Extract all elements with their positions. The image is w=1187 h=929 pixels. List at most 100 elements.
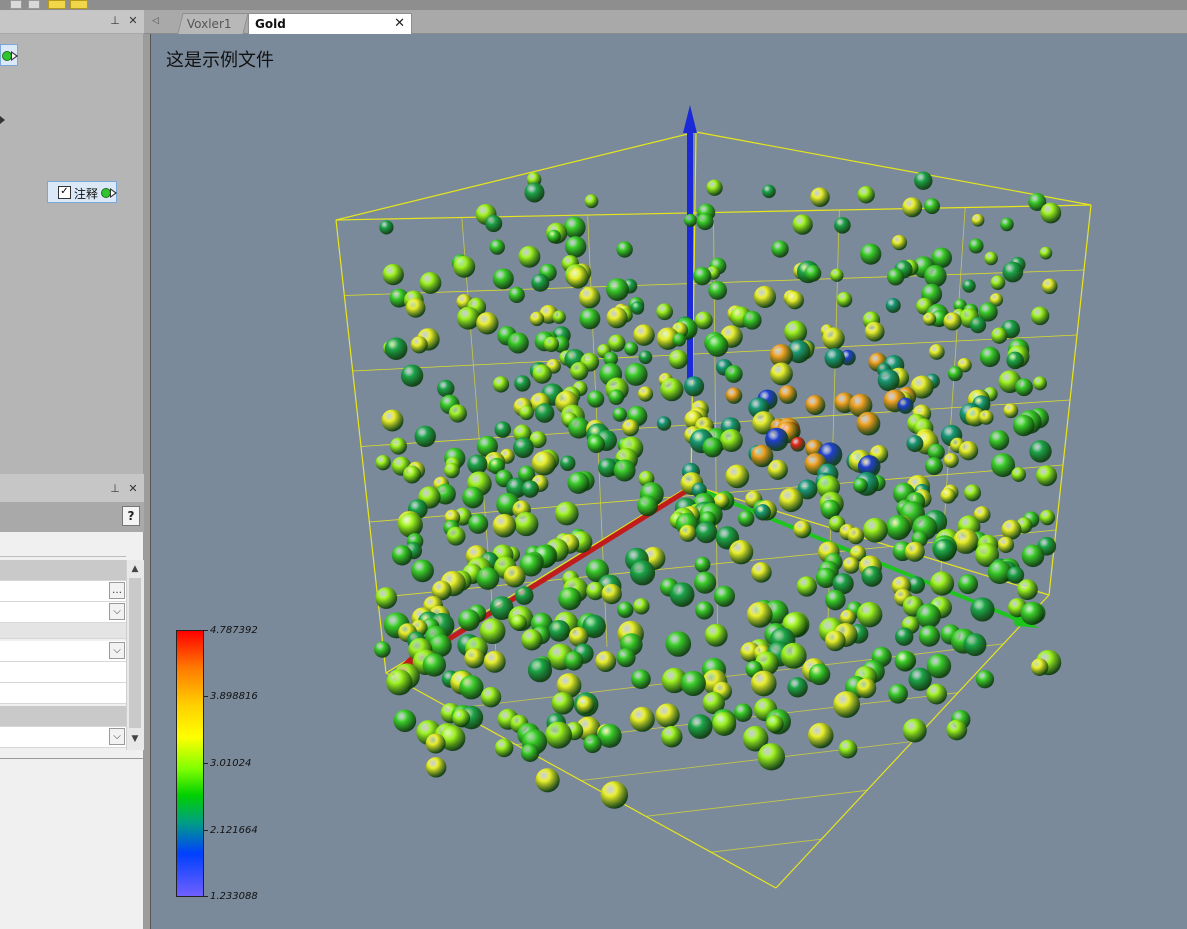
dropdown-arrow-icon[interactable]: ⌵	[109, 728, 125, 745]
toolbar-icon[interactable]	[70, 0, 88, 9]
data-point	[824, 348, 845, 369]
data-point	[548, 619, 571, 642]
property-manager-panel: ⊥ ✕ ? … ⌵ ⌵ ⌵ ▲ ▼	[0, 474, 144, 929]
dropdown-arrow-icon[interactable]: ⌵	[109, 603, 125, 620]
data-point	[547, 229, 561, 244]
data-point	[382, 263, 404, 286]
pin-icon[interactable]: ⊥	[108, 482, 122, 496]
data-point	[953, 528, 979, 554]
tab-gold-scatterplot[interactable]: Gold (ScatterPlot).voxb* ✕	[248, 13, 412, 51]
dropdown-arrow-icon[interactable]: ⌵	[109, 642, 125, 659]
property-scrollbar[interactable]: ▲ ▼	[126, 560, 144, 750]
data-point	[456, 306, 480, 330]
property-row[interactable]: ⌵	[0, 641, 126, 662]
data-point	[587, 390, 605, 408]
property-row	[0, 623, 126, 639]
data-point	[943, 452, 959, 468]
data-point	[929, 571, 955, 596]
data-point	[702, 437, 723, 458]
data-point	[492, 376, 510, 393]
help-icon[interactable]: ?	[122, 506, 140, 526]
data-point	[991, 327, 1008, 344]
data-point	[524, 182, 545, 203]
data-point	[492, 513, 517, 538]
annotation-node[interactable]: ✓ 注释	[47, 181, 117, 203]
data-point	[576, 696, 595, 714]
divider	[0, 758, 144, 759]
scroll-up-icon[interactable]: ▲	[129, 562, 141, 576]
scrollbar-thumb[interactable]	[129, 578, 141, 728]
data-point	[629, 706, 655, 732]
toolbar-icon[interactable]	[10, 0, 22, 9]
data-point	[617, 601, 634, 619]
property-row[interactable]: …	[0, 581, 126, 602]
data-point	[637, 386, 654, 402]
pin-icon[interactable]: ⊥	[108, 14, 122, 28]
data-point	[693, 266, 712, 286]
data-point	[808, 663, 831, 686]
property-row[interactable]: ⌵	[0, 602, 126, 623]
scatter-plot-scene[interactable]	[151, 34, 1187, 929]
data-point	[459, 675, 484, 700]
data-point	[403, 465, 422, 484]
data-point	[531, 451, 557, 476]
data-point	[877, 369, 900, 392]
ellipsis-icon[interactable]: …	[109, 582, 125, 599]
top-toolbar-strip	[0, 0, 1187, 10]
data-point	[411, 559, 434, 583]
toolbar-icon[interactable]	[28, 0, 40, 9]
data-point	[468, 513, 489, 534]
connector-arrow-icon	[0, 116, 5, 124]
viewer-3d[interactable]: 这是示例文件	[150, 34, 1187, 929]
property-row[interactable]: ⌵	[0, 727, 126, 748]
data-point	[924, 264, 947, 288]
data-point	[437, 379, 455, 398]
module-node[interactable]	[0, 44, 18, 66]
data-point	[861, 565, 883, 587]
property-row[interactable]	[0, 683, 126, 704]
data-point	[563, 216, 586, 239]
data-point	[514, 586, 534, 605]
data-point	[476, 567, 500, 590]
data-point	[564, 651, 584, 671]
data-point	[1029, 440, 1052, 463]
close-icon[interactable]: ✕	[394, 14, 405, 34]
data-point	[458, 609, 480, 632]
colorbar	[176, 630, 204, 897]
document-tab-bar: ◁ Voxler1 Gold (ScatterPlot).voxb* ✕	[144, 10, 1187, 51]
data-point	[375, 587, 398, 609]
checkbox-icon[interactable]: ✓	[58, 186, 71, 199]
data-point	[778, 385, 798, 404]
data-point	[902, 197, 923, 218]
data-point	[862, 517, 888, 543]
data-point	[694, 311, 713, 330]
tab-voxler1[interactable]: Voxler1	[177, 13, 249, 34]
data-point	[453, 255, 476, 278]
data-point	[770, 362, 793, 386]
data-point	[694, 571, 717, 594]
close-icon[interactable]: ✕	[126, 482, 140, 496]
property-row	[0, 706, 126, 727]
property-toolbar: ?	[0, 502, 144, 532]
data-point	[452, 709, 471, 728]
data-point	[503, 565, 526, 588]
data-point	[381, 409, 404, 432]
data-point	[1012, 414, 1035, 437]
data-point	[979, 346, 1001, 368]
data-point	[822, 327, 845, 350]
data-point	[852, 478, 868, 494]
data-point	[1039, 509, 1056, 526]
close-icon[interactable]: ✕	[126, 14, 140, 28]
scroll-down-icon[interactable]: ▼	[129, 732, 141, 746]
panel-header: ⊥ ✕	[0, 474, 144, 502]
toolbar-icon[interactable]	[48, 0, 66, 9]
data-point	[584, 194, 599, 209]
panel-header: ⊥ ✕	[0, 10, 144, 34]
data-point	[521, 480, 539, 498]
data-point	[885, 514, 911, 541]
property-row[interactable]	[0, 662, 126, 683]
tab-scroll-left-icon[interactable]: ◁	[152, 16, 159, 26]
tab-label: Voxler1	[186, 17, 232, 31]
data-point	[895, 627, 914, 646]
network-canvas[interactable]: ✓ 注释	[0, 34, 144, 474]
